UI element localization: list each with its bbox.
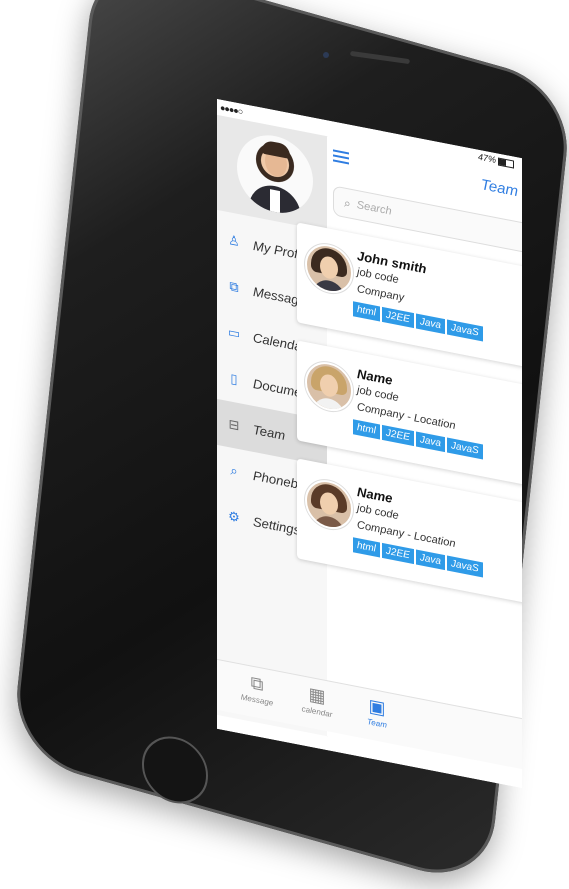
screen-area: ●●●●○ 47% ♙ My Profile ⧉ Messages ▭ Cale… (0, 0, 569, 843)
user-icon: ♙ (228, 232, 240, 250)
member-avatar (305, 476, 353, 533)
main-panel: Team ⌕ Search John smith job code Compan… (327, 136, 522, 774)
skill-tags: html J2EE Java JavaS (353, 301, 483, 341)
battery-percent: 47% (477, 151, 496, 166)
skill-tag: Java (416, 313, 445, 334)
tab-message[interactable]: ⧉ Message (227, 666, 287, 711)
skill-tags: html J2EE Java JavaS (353, 537, 483, 577)
app-screen: ●●●●○ 47% ♙ My Profile ⧉ Messages ▭ Cale… (217, 99, 522, 788)
signal-indicator: ●●●●○ (220, 102, 243, 117)
skill-tags: html J2EE Java JavaS (353, 419, 483, 459)
document-icon: ▯ (230, 370, 238, 387)
skill-tag: html (353, 301, 380, 321)
tab-calendar[interactable]: ▦ calendar (287, 677, 347, 722)
gear-icon: ⚙ (228, 508, 240, 526)
member-avatar (305, 240, 353, 297)
skill-tag: html (353, 537, 380, 557)
skill-tag: JavaS (447, 556, 483, 578)
skill-tag: JavaS (447, 320, 483, 342)
team-list: John smith job code Company html J2EE Ja… (297, 222, 522, 627)
page-title: Team (481, 176, 518, 201)
search-icon: ⌕ (344, 195, 351, 211)
calendar-icon: ▭ (227, 323, 241, 342)
battery-icon (498, 157, 514, 168)
search-icon: ⌕ (230, 462, 238, 479)
skill-tag: J2EE (382, 307, 414, 328)
skill-tag: Java (416, 549, 445, 570)
tab-team[interactable]: ▣ Team (347, 689, 407, 734)
messages-icon: ⧉ (229, 278, 239, 296)
profile-header (217, 115, 327, 231)
skill-tag: JavaS (447, 438, 483, 460)
sidebar-item-label: Settings (253, 513, 300, 538)
member-avatar (305, 358, 353, 415)
skill-tag: Java (416, 431, 445, 452)
member-company: Company (357, 283, 405, 305)
team-member-card[interactable]: Name job code Company - Location html J2… (297, 458, 522, 609)
skill-tag: J2EE (382, 543, 414, 564)
sidebar-item-label: Team (253, 421, 286, 443)
skill-tag: html (353, 419, 380, 439)
briefcase-icon: ⊟ (228, 416, 240, 434)
search-placeholder: Search (356, 198, 392, 218)
skill-tag: J2EE (382, 425, 414, 446)
avatar[interactable] (237, 129, 313, 220)
menu-icon[interactable] (333, 149, 349, 164)
